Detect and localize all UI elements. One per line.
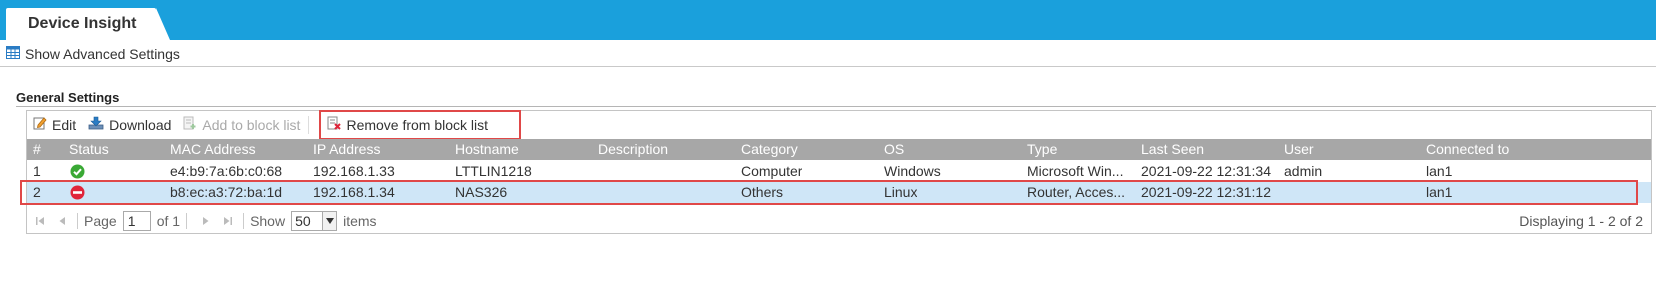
cell-user: admin: [1284, 163, 1323, 179]
page-number-input[interactable]: [122, 211, 151, 231]
remove-list-icon: [327, 116, 342, 133]
download-icon: [88, 116, 104, 133]
section-title: General Settings: [16, 90, 120, 105]
download-button[interactable]: Download: [82, 114, 177, 136]
previous-page-icon[interactable]: [53, 212, 71, 230]
page-of-label: of 1: [156, 213, 181, 229]
col-header-ip[interactable]: IP Address: [313, 139, 380, 160]
col-header-category[interactable]: Category: [741, 139, 798, 160]
add-to-block-list-label: Add to block list: [202, 116, 301, 133]
cell-category: Computer: [741, 163, 803, 179]
col-header-status[interactable]: Status: [69, 139, 109, 160]
section-divider: [16, 106, 1656, 107]
remove-from-block-list-button[interactable]: Remove from block list: [319, 109, 522, 140]
pager-separator: [77, 213, 78, 229]
pager-separator: [243, 213, 245, 229]
cell-number: 1: [33, 163, 41, 179]
col-header-hostname[interactable]: Hostname: [455, 139, 519, 160]
grid-toolbar: Edit Download Add to block list Remove f…: [27, 109, 1651, 140]
col-header-mac[interactable]: MAC Address: [170, 139, 256, 160]
cell-mac: e4:b9:7a:6b:c0:68: [170, 163, 283, 179]
show-advanced-settings-link[interactable]: Show Advanced Settings: [6, 44, 180, 64]
first-page-icon[interactable]: [31, 212, 49, 230]
chevron-down-icon: [322, 212, 337, 230]
edit-button[interactable]: Edit: [27, 114, 82, 136]
col-header-last-seen[interactable]: Last Seen: [1141, 139, 1204, 160]
grid-header: # Status MAC Address IP Address Hostname…: [27, 139, 1651, 160]
displaying-count: Displaying 1 - 2 of 2: [1519, 213, 1643, 229]
items-label: items: [343, 213, 377, 229]
cell-type: Microsoft Win...: [1027, 163, 1124, 179]
download-label: Download: [109, 116, 172, 133]
edit-icon: [33, 116, 47, 133]
divider: [0, 66, 1656, 67]
page-label: Page: [84, 213, 117, 229]
cell-ip: 192.168.1.33: [313, 163, 395, 179]
cell-os: Windows: [884, 163, 941, 179]
last-page-icon[interactable]: [219, 212, 237, 230]
cell-connected-to: lan1: [1426, 163, 1453, 179]
add-to-block-list-button[interactable]: Add to block list: [177, 114, 306, 136]
add-list-icon: [183, 116, 197, 133]
remove-from-block-list-label: Remove from block list: [346, 116, 489, 133]
cell-last-seen: 2021-09-22 12:31:34: [1141, 163, 1271, 179]
next-page-icon[interactable]: [197, 212, 215, 230]
show-label: Show: [250, 213, 286, 229]
top-bar: [0, 0, 1656, 40]
tab-device-insight[interactable]: Device Insight: [6, 8, 156, 40]
col-header-os[interactable]: OS: [884, 139, 904, 160]
pagination-bar: Page of 1 Show 50 items Displaying 1 - 2…: [27, 209, 1651, 233]
col-header-user[interactable]: User: [1284, 139, 1314, 160]
col-header-number[interactable]: #: [33, 139, 41, 160]
table-icon: [6, 46, 20, 62]
col-header-connected-to[interactable]: Connected to: [1426, 139, 1509, 160]
cell-hostname: LTTLIN1218: [455, 163, 532, 179]
toolbar-separator: [308, 115, 310, 134]
selected-row-highlight: [20, 180, 1638, 205]
col-header-description[interactable]: Description: [598, 139, 668, 160]
show-advanced-settings-label: Show Advanced Settings: [25, 46, 180, 62]
tab-notch: [156, 8, 170, 40]
device-grid: Edit Download Add to block list Remove f…: [26, 109, 1652, 234]
page-size-select[interactable]: 50: [291, 211, 338, 231]
col-header-type[interactable]: Type: [1027, 139, 1057, 160]
edit-label: Edit: [52, 116, 77, 133]
table-row[interactable]: 1 e4:b9:7a:6b:c0:68 192.168.1.33 LTTLIN1…: [27, 161, 1651, 182]
page-size-value: 50: [295, 213, 311, 229]
status-ok-icon: [70, 164, 85, 179]
pager-separator: [186, 213, 188, 229]
